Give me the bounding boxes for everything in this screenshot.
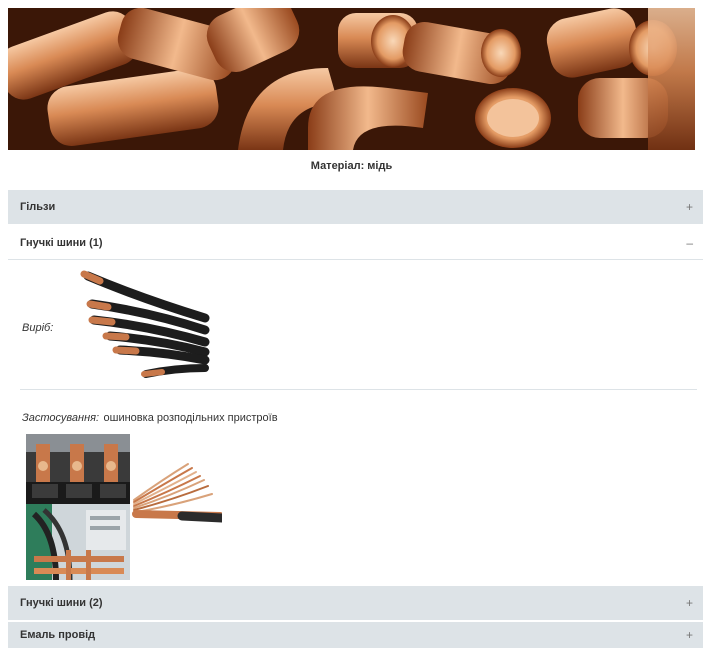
- accordion-label: Гнучкі шини (1): [20, 236, 103, 249]
- expand-icon: +: [685, 200, 693, 214]
- accordion-header-emal-provid[interactable]: Емаль провід +: [8, 622, 703, 648]
- flexible-busbars-illustration: [80, 270, 210, 378]
- usage-label: Застосування:: [22, 412, 100, 424]
- accordion-header-hnuchki-shyny-1[interactable]: Гнучкі шини (1) –: [8, 226, 703, 260]
- panel-image: [26, 504, 130, 581]
- usage-value: ошиновка розподільних пристроїв: [103, 412, 278, 424]
- usage-row: Застосування: ошиновка розподільних прис…: [22, 408, 278, 426]
- accordion-label: Гільзи: [20, 201, 56, 213]
- switchgear-busbars-illustration: [26, 434, 130, 504]
- busbar-closeup-image: [132, 460, 227, 528]
- expand-icon: +: [685, 628, 693, 642]
- product-row: Виріб:: [22, 318, 53, 336]
- hero-image: [8, 8, 695, 150]
- accordion-label: Емаль провід: [20, 629, 96, 641]
- product-label: Виріб:: [22, 322, 54, 334]
- product-image: [80, 268, 210, 382]
- panel-divider: [20, 389, 697, 390]
- collapse-icon: –: [686, 235, 693, 250]
- copper-fittings-illustration: [8, 8, 695, 150]
- busbar-panel-illustration: [26, 504, 130, 581]
- accordion-header-hilzy[interactable]: Гільзи +: [8, 190, 703, 224]
- switchgear-image: [26, 434, 130, 504]
- accordion-label: Гнучкі шини (2): [20, 597, 103, 609]
- flexible-busbar-closeup-illustration: [132, 463, 227, 523]
- expand-icon: +: [685, 596, 693, 610]
- material-title: Матеріал: мідь: [310, 160, 393, 172]
- accordion-header-hnuchki-shyny-2[interactable]: Гнучкі шини (2) +: [8, 586, 703, 620]
